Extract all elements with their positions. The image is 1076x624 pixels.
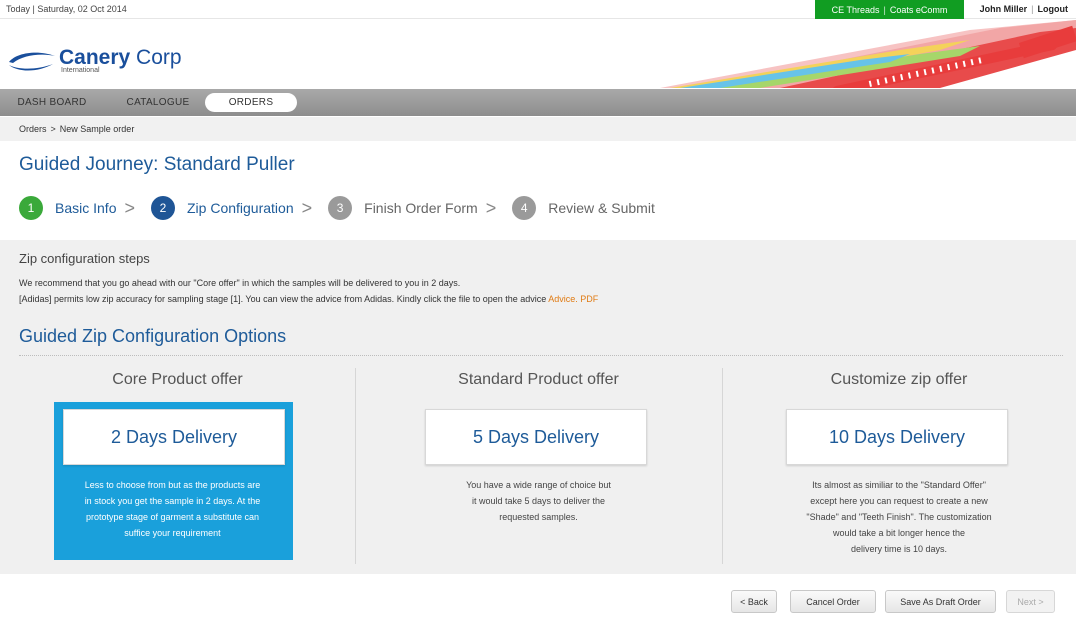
core-offer-card[interactable]: 2 Days Delivery	[63, 409, 285, 465]
top-bar: Today | Saturday, 02 Oct 2014 CE Threads…	[0, 0, 1076, 19]
option-description: You have a wide range of choice but it w…	[466, 480, 611, 522]
step-basic-info[interactable]: 1 Basic Info >	[19, 196, 135, 220]
journey-steps: 1 Basic Info > 2 Zip Configuration > 3 F…	[19, 196, 671, 220]
zip-steps-title: Zip configuration steps	[19, 251, 150, 266]
option-description: Its almost as similiar to the "Standard …	[806, 480, 992, 554]
link-separator: |	[883, 4, 886, 15]
chevron-right-icon: >	[124, 198, 135, 218]
step-number: 1	[19, 196, 43, 220]
user-separator: |	[1031, 4, 1034, 14]
step-review-submit[interactable]: 4 Review & Submit	[512, 196, 655, 220]
step-label: Review & Submit	[548, 200, 655, 216]
zipper-banner-graphic	[660, 20, 1076, 88]
core-offer-column: Core Product offer 2 Days Delivery Less …	[0, 365, 355, 565]
tab-dashboard[interactable]: DASH BOARD	[9, 93, 95, 112]
company-logo[interactable]: Canery Corp International	[7, 46, 182, 74]
divider	[19, 355, 1063, 356]
standard-offer-column: Standard Product offer 5 Days Delivery Y…	[355, 365, 722, 565]
customize-offer-card[interactable]: 10 Days Delivery	[786, 409, 1008, 465]
option-heading: Standard Product offer	[458, 371, 619, 388]
site-header: Canery Corp International	[0, 20, 1076, 88]
cancel-order-button[interactable]: Cancel Order	[790, 590, 876, 613]
next-button[interactable]: Next >	[1006, 590, 1055, 613]
coats-ecomm-link[interactable]: Coats eComm	[890, 5, 948, 15]
user-menu: John Miller | Logout	[970, 4, 1076, 14]
breadcrumb-orders[interactable]: Orders	[19, 124, 47, 134]
step-label: Basic Info	[55, 200, 117, 216]
customize-offer-column: Customize zip offer 10 Days Delivery Its…	[722, 365, 1076, 565]
back-button[interactable]: < Back	[731, 590, 777, 613]
portal-links: CE Threads | Coats eComm	[815, 0, 964, 19]
tab-catalogue[interactable]: CATALOGUE	[114, 93, 202, 112]
chevron-right-icon: >	[301, 198, 313, 218]
advice-pdf-link[interactable]: Advice. PDF	[548, 294, 598, 304]
logout-link[interactable]: Logout	[1038, 4, 1069, 14]
tab-orders[interactable]: ORDERS	[205, 93, 297, 112]
brand-name: Canery Corp	[59, 46, 182, 69]
logo-swoosh-icon	[9, 52, 55, 71]
step-number: 3	[328, 196, 353, 220]
user-name[interactable]: John Miller	[980, 4, 1028, 14]
breadcrumb-current: New Sample order	[59, 124, 135, 134]
page-title: Guided Journey: Standard Puller	[19, 154, 295, 175]
today-date: Today | Saturday, 02 Oct 2014	[6, 4, 127, 14]
advice-text: [Adidas] permits low zip accuracy for sa…	[19, 294, 599, 304]
step-zip-configuration[interactable]: 2 Zip Configuration >	[151, 196, 312, 220]
main-nav: DASH BOARD CATALOGUE ORDERS	[0, 89, 1076, 116]
recommendation-text: We recommend that you go ahead with our …	[19, 278, 461, 288]
step-label: Zip Configuration	[187, 200, 294, 216]
save-draft-button[interactable]: Save As Draft Order	[885, 590, 996, 613]
options-title: Guided Zip Configuration Options	[19, 326, 287, 346]
breadcrumb-separator: >	[50, 124, 56, 134]
breadcrumb: Orders > New Sample order	[0, 117, 1076, 141]
ce-threads-link[interactable]: CE Threads	[832, 5, 880, 15]
standard-offer-card[interactable]: 5 Days Delivery	[425, 409, 647, 465]
option-heading: Core Product offer	[112, 371, 243, 388]
step-finish-order-form[interactable]: 3 Finish Order Form >	[328, 196, 496, 220]
step-number: 4	[512, 196, 537, 220]
chevron-right-icon: >	[485, 198, 497, 218]
step-label: Finish Order Form	[364, 200, 478, 216]
option-heading: Customize zip offer	[830, 371, 968, 388]
option-description: Less to choose from but as the products …	[84, 480, 261, 538]
step-number: 2	[151, 196, 175, 220]
